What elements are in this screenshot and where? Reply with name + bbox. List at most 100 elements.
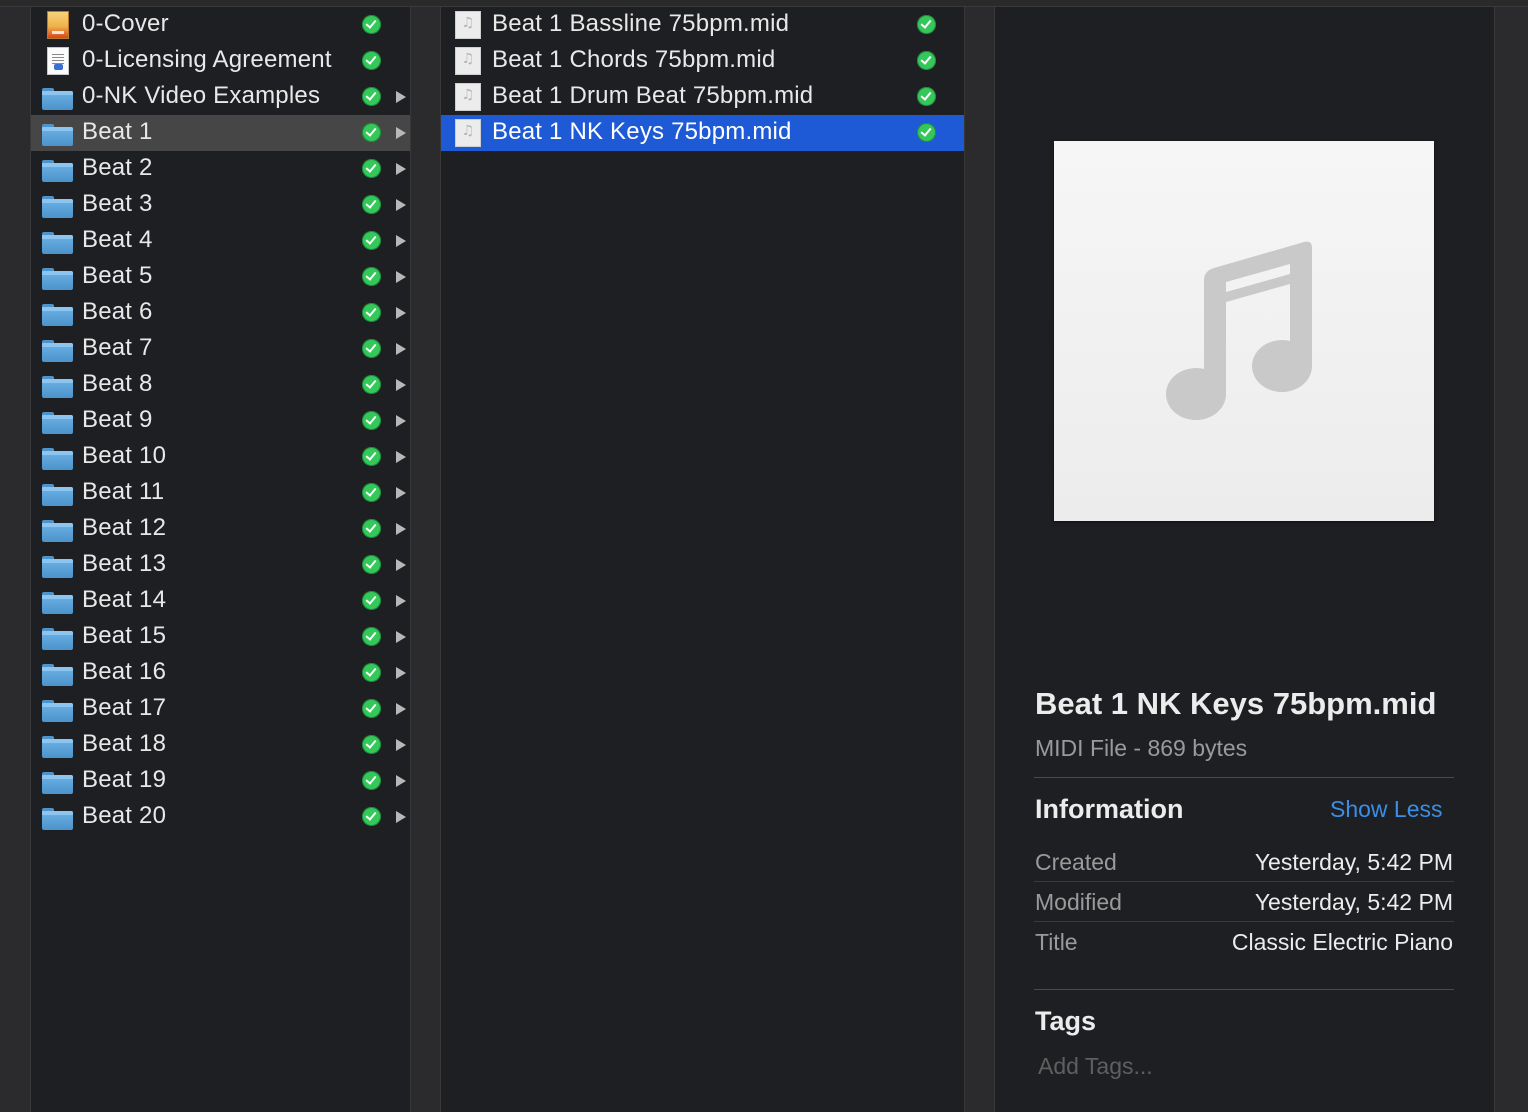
disclosure-arrow-icon[interactable] [396, 523, 406, 535]
disclosure-arrow-icon[interactable] [396, 343, 406, 355]
disclosure-arrow-icon[interactable] [396, 703, 406, 715]
sync-status-check-icon [362, 807, 381, 826]
sync-status-check-icon [362, 375, 381, 394]
disclosure-arrow-icon[interactable] [396, 631, 406, 643]
item-label: Beat 9 [82, 406, 153, 433]
disclosure-arrow-icon[interactable] [396, 451, 406, 463]
right-gutter [1494, 7, 1528, 1112]
item-label: Beat 1 [82, 118, 153, 145]
column-1-item[interactable]: Beat 14 [30, 583, 410, 619]
section-divider [1034, 989, 1454, 990]
column-1-item[interactable]: Beat 13 [30, 547, 410, 583]
folder-icon [42, 340, 73, 362]
disclosure-arrow-icon[interactable] [396, 595, 406, 607]
sync-status-check-icon [362, 663, 381, 682]
folder-icon [42, 448, 73, 470]
folder-icon [42, 304, 73, 326]
folder-icon [42, 772, 73, 794]
column-1-item[interactable]: Beat 10 [30, 439, 410, 475]
disclosure-arrow-icon[interactable] [396, 163, 406, 175]
created-label: Created [1035, 849, 1117, 875]
sync-status-check-icon [362, 267, 381, 286]
folder-icon [42, 268, 73, 290]
column-1-item[interactable]: Beat 19 [30, 763, 410, 799]
folder-icon [42, 592, 73, 614]
show-less-link[interactable]: Show Less [1330, 796, 1443, 823]
folder-icon [42, 556, 73, 578]
sync-status-check-icon [362, 87, 381, 106]
midi-file-icon: ♫ [455, 47, 481, 75]
disclosure-arrow-icon[interactable] [396, 487, 406, 499]
column-1-item[interactable]: Beat 3 [30, 187, 410, 223]
column-1-item[interactable]: Beat 1 [30, 115, 410, 151]
column-2-item[interactable]: ♫ Beat 1 Bassline 75bpm.mid [440, 7, 964, 43]
add-tags-input[interactable] [1038, 1053, 1338, 1080]
disclosure-arrow-icon[interactable] [396, 127, 406, 139]
disclosure-arrow-icon[interactable] [396, 271, 406, 283]
item-label: Beat 16 [82, 658, 167, 685]
column-1-item[interactable]: Beat 15 [30, 619, 410, 655]
column-1-item[interactable]: Beat 8 [30, 367, 410, 403]
item-label: Beat 1 Chords 75bpm.mid [492, 46, 776, 73]
disclosure-arrow-icon[interactable] [396, 235, 406, 247]
disclosure-arrow-icon[interactable] [396, 307, 406, 319]
column-2[interactable]: ♫ Beat 1 Bassline 75bpm.mid ♫ Beat 1 Chords… [440, 7, 964, 1112]
disclosure-arrow-icon[interactable] [396, 775, 406, 787]
item-label: 0-Cover [82, 10, 169, 37]
column-1[interactable]: 0-Cover 0-Licensing Agreement 0-NK Video E… [30, 7, 410, 1112]
item-label: Beat 6 [82, 298, 153, 325]
column-1-item[interactable]: Beat 6 [30, 295, 410, 331]
column-1-item[interactable]: 0-NK Video Examples [30, 79, 410, 115]
disclosure-arrow-icon[interactable] [396, 667, 406, 679]
column-1-item[interactable]: Beat 16 [30, 655, 410, 691]
folder-icon [42, 232, 73, 254]
column-1-item[interactable]: Beat 9 [30, 403, 410, 439]
sync-status-check-icon [917, 51, 936, 70]
disclosure-arrow-icon[interactable] [396, 379, 406, 391]
column-2-item[interactable]: ♫ Beat 1 Drum Beat 75bpm.mid [440, 79, 964, 115]
item-label: Beat 18 [82, 730, 167, 757]
divider [994, 7, 995, 1112]
music-note-icon [1166, 241, 1313, 421]
sync-status-check-icon [362, 627, 381, 646]
divider [964, 7, 965, 1112]
disclosure-arrow-icon[interactable] [396, 811, 406, 823]
disclosure-arrow-icon[interactable] [396, 415, 406, 427]
sync-status-check-icon [362, 339, 381, 358]
sync-status-check-icon [362, 555, 381, 574]
information-heading: Information [1035, 794, 1184, 824]
title-value: Classic Electric Piano [1231, 929, 1453, 955]
column-2-item[interactable]: ♫ Beat 1 Chords 75bpm.mid [440, 43, 964, 79]
column-2-item[interactable]: ♫ Beat 1 NK Keys 75bpm.mid [440, 115, 964, 151]
folder-icon [42, 520, 73, 542]
column-1-item[interactable]: 0-Cover [30, 7, 410, 43]
folder-icon [42, 412, 73, 434]
tags-heading: Tags [1035, 1006, 1097, 1036]
item-label: 0-Licensing Agreement [82, 46, 332, 73]
preview-kind-size: MIDI File - 869 bytes [1035, 735, 1248, 761]
column-1-item[interactable]: Beat 12 [30, 511, 410, 547]
column-1-item[interactable]: Beat 17 [30, 691, 410, 727]
disclosure-arrow-icon[interactable] [396, 199, 406, 211]
column-1-item[interactable]: Beat 7 [30, 331, 410, 367]
column-1-item[interactable]: Beat 11 [30, 475, 410, 511]
column-1-item[interactable]: Beat 2 [30, 151, 410, 187]
section-divider [1034, 777, 1454, 778]
sync-status-check-icon [362, 195, 381, 214]
text-document-icon [47, 47, 69, 75]
item-label: Beat 13 [82, 550, 167, 577]
column-1-item[interactable]: Beat 20 [30, 799, 410, 835]
item-label: Beat 5 [82, 262, 153, 289]
sync-status-check-icon [362, 303, 381, 322]
disclosure-arrow-icon[interactable] [396, 559, 406, 571]
column-1-item[interactable]: Beat 4 [30, 223, 410, 259]
column-2-resize-gutter[interactable] [964, 7, 994, 1112]
sync-status-check-icon [917, 15, 936, 34]
divider [440, 7, 441, 1112]
column-1-item[interactable]: 0-Licensing Agreement [30, 43, 410, 79]
disclosure-arrow-icon[interactable] [396, 91, 406, 103]
disclosure-arrow-icon[interactable] [396, 739, 406, 751]
column-1-item[interactable]: Beat 18 [30, 727, 410, 763]
column-1-resize-gutter[interactable] [410, 7, 440, 1112]
column-1-item[interactable]: Beat 5 [30, 259, 410, 295]
